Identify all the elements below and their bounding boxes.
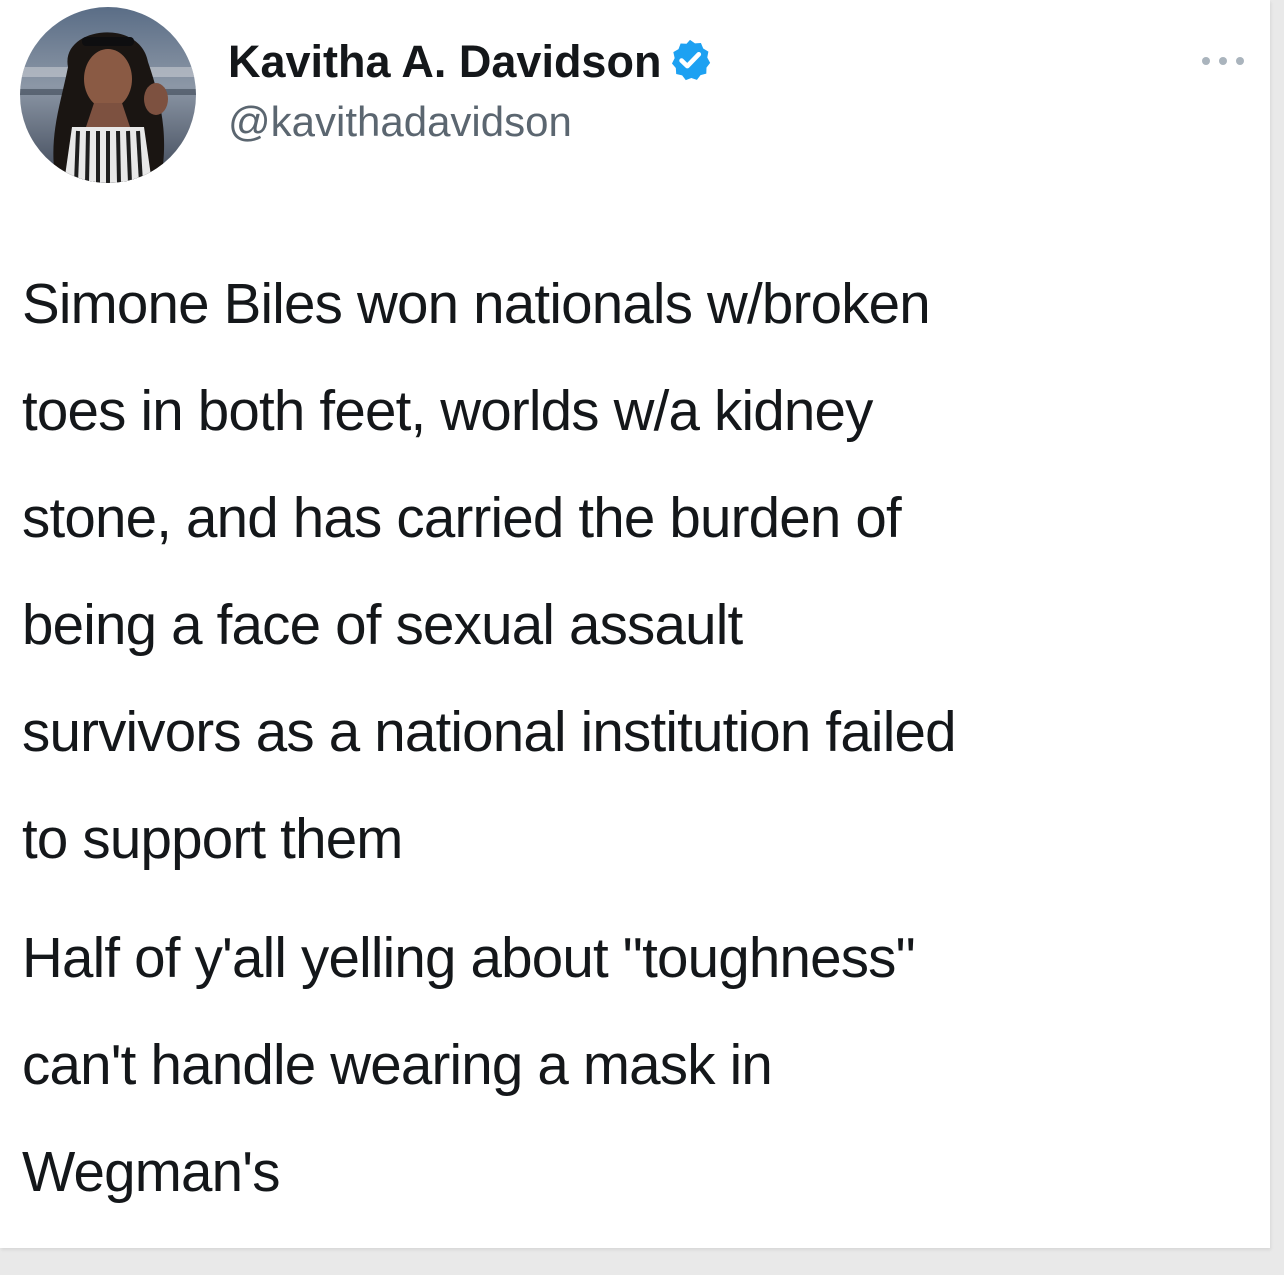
tweet-paragraph: Simone Biles won nationals w/broken toes… — [22, 272, 956, 870]
author-avatar[interactable] — [20, 7, 196, 183]
more-options-icon — [1202, 57, 1244, 65]
verified-badge-icon — [672, 39, 711, 81]
author-display-name[interactable]: Kavitha A. Davidson — [228, 30, 713, 94]
profile-photo-icon — [20, 7, 196, 183]
tweet-body: Simone Biles won nationals w/broken toes… — [22, 250, 1258, 1225]
author-name-text: Kavitha A. Davidson — [228, 36, 662, 87]
tweet-paragraph: Half of y'all yelling about "toughness" … — [22, 926, 916, 1203]
author-handle[interactable]: @kavithadavidson — [228, 94, 572, 150]
tweet-card: Kavitha A. Davidson @kavithadavidson Sim… — [0, 0, 1270, 1248]
more-options-button[interactable] — [1196, 44, 1250, 78]
